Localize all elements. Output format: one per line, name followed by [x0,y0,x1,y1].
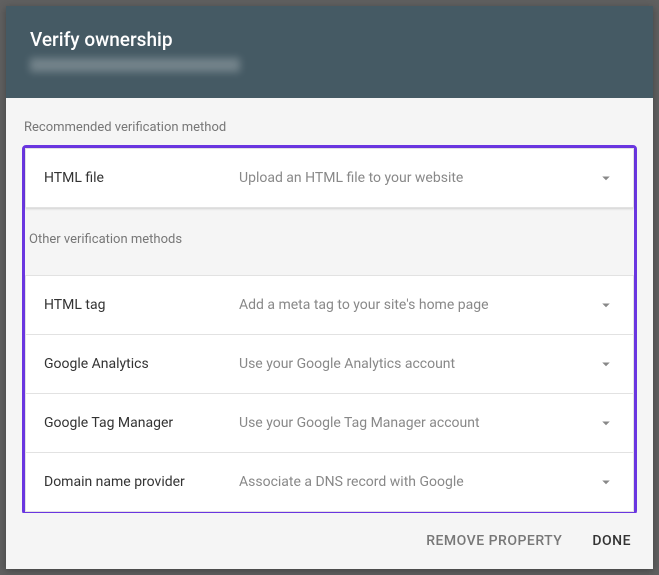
method-desc: Associate a DNS record with Google [239,474,597,490]
method-html-file[interactable]: HTML file Upload an HTML file to your we… [25,148,634,208]
verification-methods-highlight: HTML file Upload an HTML file to your we… [22,145,637,513]
method-name: HTML file [44,170,239,186]
method-google-tag-manager[interactable]: Google Tag Manager Use your Google Tag M… [25,394,634,453]
method-html-tag[interactable]: HTML tag Add a meta tag to your site's h… [25,275,634,335]
chevron-down-icon [597,414,615,432]
method-google-analytics[interactable]: Google Analytics Use your Google Analyti… [25,335,634,394]
chevron-down-icon [597,473,615,491]
chevron-down-icon [597,355,615,373]
chevron-down-icon [597,296,615,314]
method-desc: Use your Google Tag Manager account [239,415,597,431]
method-name: HTML tag [44,297,239,313]
other-section-label: Other verification methods [25,212,634,263]
recommended-section-label: Recommended verification method [24,120,635,135]
other-methods-list: HTML tag Add a meta tag to your site's h… [25,275,634,512]
chevron-down-icon [597,169,615,187]
dialog-title: Verify ownership [30,28,629,51]
method-name: Google Analytics [44,356,239,372]
dialog-subtitle-blurred [30,58,240,72]
dialog-content: Recommended verification method HTML fil… [6,98,653,513]
method-name: Google Tag Manager [44,415,239,431]
method-desc: Use your Google Analytics account [239,356,597,372]
dialog-footer: REMOVE PROPERTY DONE [6,513,653,569]
method-domain-name-provider[interactable]: Domain name provider Associate a DNS rec… [25,453,634,512]
method-desc: Add a meta tag to your site's home page [239,297,597,313]
remove-property-button[interactable]: REMOVE PROPERTY [424,529,564,553]
method-desc: Upload an HTML file to your website [239,170,597,186]
verify-ownership-dialog: Verify ownership Recommended verificatio… [6,6,653,569]
done-button[interactable]: DONE [590,529,633,553]
dialog-header: Verify ownership [6,6,653,98]
method-name: Domain name provider [44,474,239,490]
